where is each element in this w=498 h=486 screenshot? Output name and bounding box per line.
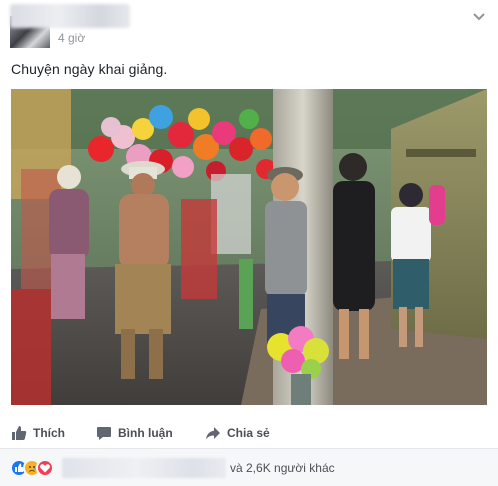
reaction-icons[interactable] <box>10 459 62 477</box>
share-button[interactable]: Chia sẻ <box>205 418 270 448</box>
reactions-bar: và 2,6K người khác <box>0 449 498 486</box>
author-name-blurred[interactable] <box>10 4 130 28</box>
facebook-post: 4 giờ Chuyện ngày khai giảng. Thích Bình… <box>0 0 498 486</box>
others-count[interactable]: và 2,6K người khác <box>230 461 335 475</box>
post-header: 4 giờ <box>0 0 498 52</box>
post-actions: Thích Bình luận Chia sẻ <box>0 418 498 448</box>
like-label: Thích <box>33 426 65 440</box>
like-button[interactable]: Thích <box>11 418 65 448</box>
street-photo-illustration <box>11 89 487 405</box>
post-timestamp[interactable]: 4 giờ <box>58 31 85 45</box>
post-caption: Chuyện ngày khai giảng. <box>11 61 168 77</box>
love-reaction-icon <box>36 459 54 477</box>
comment-icon <box>96 425 112 441</box>
comment-button[interactable]: Bình luận <box>96 418 173 448</box>
share-arrow-icon <box>205 425 221 441</box>
chevron-down-icon[interactable] <box>472 10 486 22</box>
comment-label: Bình luận <box>118 426 173 440</box>
reactor-names-blurred[interactable] <box>62 458 226 478</box>
post-photo[interactable] <box>11 89 487 405</box>
thumbs-up-icon <box>11 425 27 441</box>
share-label: Chia sẻ <box>227 426 270 440</box>
